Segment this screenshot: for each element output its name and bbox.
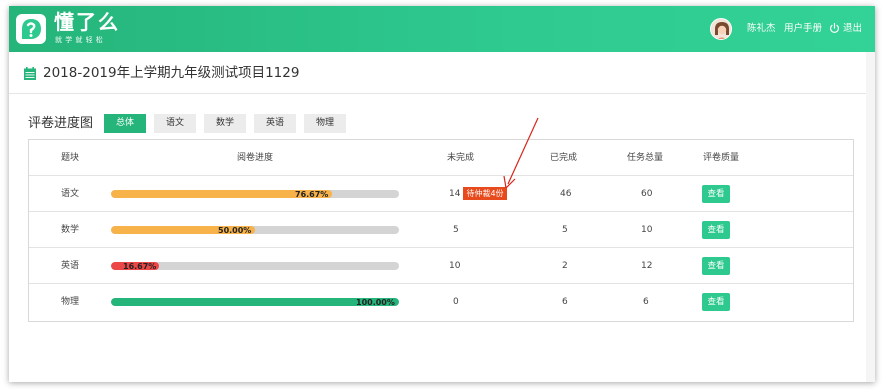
progress-bar [111, 226, 399, 234]
completed-count: 46 [560, 189, 572, 199]
app-window: 懂了么 就学就轻松 陈礼杰 用户手册 退出 2018-2019年上学期九年级测试… [9, 6, 875, 382]
table-row: 英语 16.67% 10 2 12 查看 [29, 248, 853, 284]
total-count: 12 [641, 261, 653, 271]
logout-link[interactable]: 退出 [843, 23, 862, 35]
completed-count: 6 [562, 297, 568, 307]
incomplete-count: 10 [449, 261, 461, 271]
view-button[interactable]: 查看 [702, 185, 730, 203]
view-button[interactable]: 查看 [702, 293, 730, 311]
view-button[interactable]: 查看 [702, 257, 730, 275]
tab-chinese[interactable]: 语文 [154, 114, 196, 133]
table-row: 物理 100.00% 0 6 6 查看 [29, 284, 853, 321]
completed-count: 2 [562, 261, 568, 271]
incomplete-count: 5 [453, 225, 459, 235]
progress-percent: 16.67% [123, 262, 157, 271]
header-subject: 题块 [61, 153, 80, 163]
user-manual-link[interactable]: 用户手册 [784, 23, 822, 35]
progress-bar [111, 190, 399, 198]
brand-title: 懂了么 [54, 10, 120, 34]
user-name[interactable]: 陈礼杰 [747, 23, 776, 35]
tab-overall[interactable]: 总体 [104, 114, 146, 133]
header-total: 任务总量 [627, 153, 664, 163]
subject-name: 物理 [61, 297, 80, 307]
tab-math[interactable]: 数学 [204, 114, 246, 133]
table-header-row: 题块 阅卷进度 未完成 已完成 任务总量 评卷质量 [29, 140, 853, 176]
tab-english[interactable]: 英语 [254, 114, 296, 133]
table-row: 数学 50.00% 5 5 10 查看 [29, 212, 853, 248]
completed-count: 5 [562, 225, 568, 235]
table-row: 语文 76.67% 14 待仲裁4份 46 60 查看 [29, 176, 853, 212]
main-content: 2018-2019年上学期九年级测试项目1129 评卷进度图 总体 语文 数学 … [9, 52, 866, 382]
progress-percent: 50.00% [218, 226, 252, 235]
subject-name: 数学 [61, 225, 80, 235]
avatar[interactable] [710, 18, 732, 40]
header-quality: 评卷质量 [703, 153, 740, 163]
total-count: 10 [641, 225, 653, 235]
top-header: 懂了么 就学就轻松 陈礼杰 用户手册 退出 [9, 6, 875, 52]
progress-percent: 76.67% [295, 190, 329, 199]
progress-percent: 100.00% [356, 298, 395, 307]
project-bar: 2018-2019年上学期九年级测试项目1129 [9, 52, 866, 94]
section-title: 评卷进度图 [28, 116, 94, 131]
header-completed: 已完成 [550, 153, 578, 163]
view-button[interactable]: 查看 [702, 221, 730, 239]
total-count: 6 [643, 297, 649, 307]
header-incomplete: 未完成 [447, 153, 475, 163]
brand-subtitle: 就学就轻松 [55, 36, 106, 44]
calendar-icon [24, 67, 36, 80]
power-icon[interactable] [829, 22, 840, 34]
subject-name: 英语 [61, 261, 80, 271]
subject-name: 语文 [61, 189, 80, 199]
header-progress: 阅卷进度 [237, 153, 274, 163]
logo-icon[interactable] [16, 14, 46, 44]
tab-physics[interactable]: 物理 [304, 114, 346, 133]
incomplete-count: 14 [449, 189, 461, 199]
project-title: 2018-2019年上学期九年级测试项目1129 [43, 65, 300, 81]
total-count: 60 [641, 189, 653, 199]
pending-arbitration-badge: 待仲裁4份 [463, 187, 507, 200]
progress-table: 题块 阅卷进度 未完成 已完成 任务总量 评卷质量 语文 76.67% 14 待… [28, 139, 854, 322]
incomplete-count: 0 [453, 297, 459, 307]
